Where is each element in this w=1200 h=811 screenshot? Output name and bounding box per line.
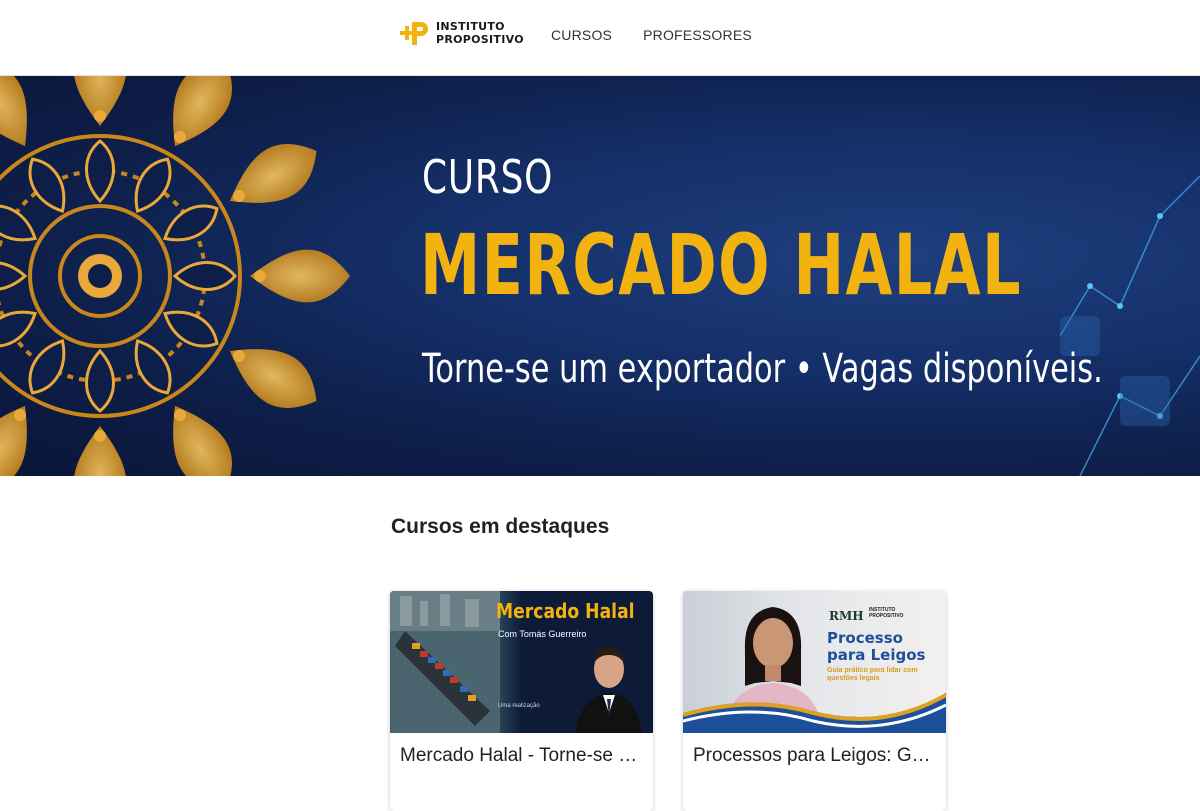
- main-nav: CURSOS PROFESSORES: [551, 27, 752, 43]
- logo-text-line1: INSTITUTO: [436, 20, 505, 33]
- course-title[interactable]: Processos para Leigos: Guia prático para…: [683, 733, 946, 779]
- thumbnail-note: Uma realização: [498, 703, 540, 709]
- hero-subtitle: Torne-se um exportador • Vagas disponíve…: [422, 346, 1103, 392]
- network-decoration-icon: [1060, 175, 1200, 476]
- course-card-processos-leigos[interactable]: RMH INSTITUTO PROPOSITIVO Processo para …: [683, 591, 946, 811]
- course-thumbnail: Mercado Halal Com Tomás Guerreiro Uma re…: [390, 591, 653, 733]
- logo-text-line2: PROPOSITIVO: [436, 33, 524, 46]
- hero-kicker: CURSO: [422, 150, 554, 204]
- course-title[interactable]: Mercado Halal - Torne-se um exportador: [390, 733, 653, 779]
- thumbnail-logo-line2: PROPOSITIVO: [869, 613, 904, 619]
- port-ship-image-icon: [390, 591, 500, 733]
- hero-banner[interactable]: CURSO MERCADO HALAL Torne-se um exportad…: [0, 76, 1200, 476]
- thumbnail-title: Mercado Halal: [496, 599, 635, 623]
- nav-link-cursos[interactable]: CURSOS: [551, 27, 612, 43]
- top-navbar: INSTITUTO PROPOSITIVO CURSOS PROFESSORES: [0, 0, 1200, 76]
- instructor-photo-icon: [576, 647, 642, 733]
- logo-text: INSTITUTO PROPOSITIVO: [436, 20, 524, 46]
- logo-mark-icon: [400, 22, 428, 45]
- thumbnail-brand: RMH: [829, 609, 864, 623]
- course-card-mercado-halal[interactable]: Mercado Halal Com Tomás Guerreiro Uma re…: [390, 591, 653, 811]
- course-thumbnail: RMH INSTITUTO PROPOSITIVO Processo para …: [683, 591, 946, 733]
- nav-link-professores[interactable]: PROFESSORES: [643, 27, 752, 43]
- wave-decoration-icon: [683, 693, 946, 733]
- hero-title: MERCADO HALAL: [420, 216, 1022, 314]
- thumbnail-title-line2: para Leigos: [827, 646, 926, 664]
- thumbnail-partner-logo: INSTITUTO PROPOSITIVO: [869, 607, 903, 619]
- thumbnail-title-line1: Processo: [827, 629, 903, 647]
- site-logo[interactable]: INSTITUTO PROPOSITIVO: [398, 18, 524, 48]
- mandala-decoration-icon: [0, 76, 350, 476]
- featured-section-title: Cursos em destaques: [391, 515, 610, 538]
